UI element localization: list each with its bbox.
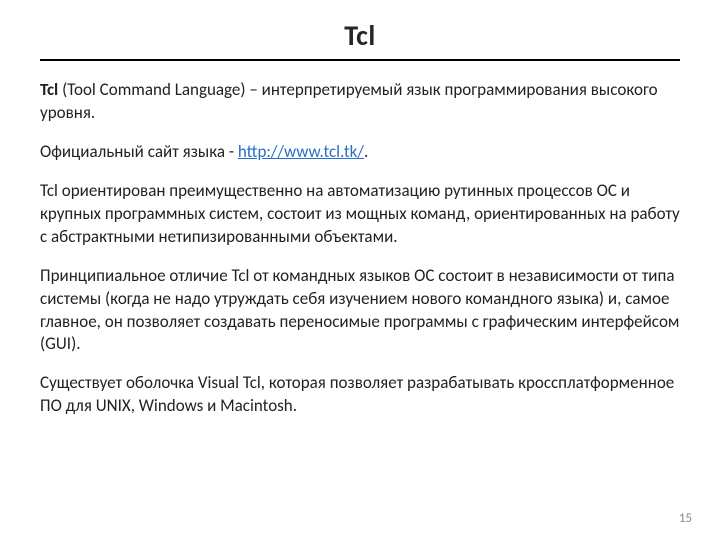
page-title: Tcl bbox=[40, 18, 680, 59]
paragraph-2: Официальный сайт языка - http://www.tcl.… bbox=[40, 141, 680, 164]
term-bold: Tcl bbox=[40, 79, 58, 100]
paragraph-5: Существует оболочка Visual Tcl, которая … bbox=[40, 372, 680, 418]
paragraph-1: Tcl (Tool Command Language) – интерпрети… bbox=[40, 79, 680, 125]
body-text: Tcl (Tool Command Language) – интерпрети… bbox=[40, 79, 680, 418]
slide: Tcl Tcl (Tool Command Language) – интерп… bbox=[0, 0, 720, 540]
page-number: 15 bbox=[679, 511, 692, 526]
para2-after: . bbox=[364, 141, 368, 162]
paragraph-4: Принципиальное отличие Tcl от командных … bbox=[40, 265, 680, 357]
para1-rest: (Tool Command Language) – интерпретируем… bbox=[40, 79, 658, 123]
title-rule bbox=[40, 59, 680, 61]
paragraph-3: Tcl ориентирован преимущественно на авто… bbox=[40, 180, 680, 249]
official-site-link[interactable]: http://www.tcl.tk/ bbox=[238, 141, 364, 162]
para2-before: Официальный сайт языка - bbox=[40, 141, 238, 162]
